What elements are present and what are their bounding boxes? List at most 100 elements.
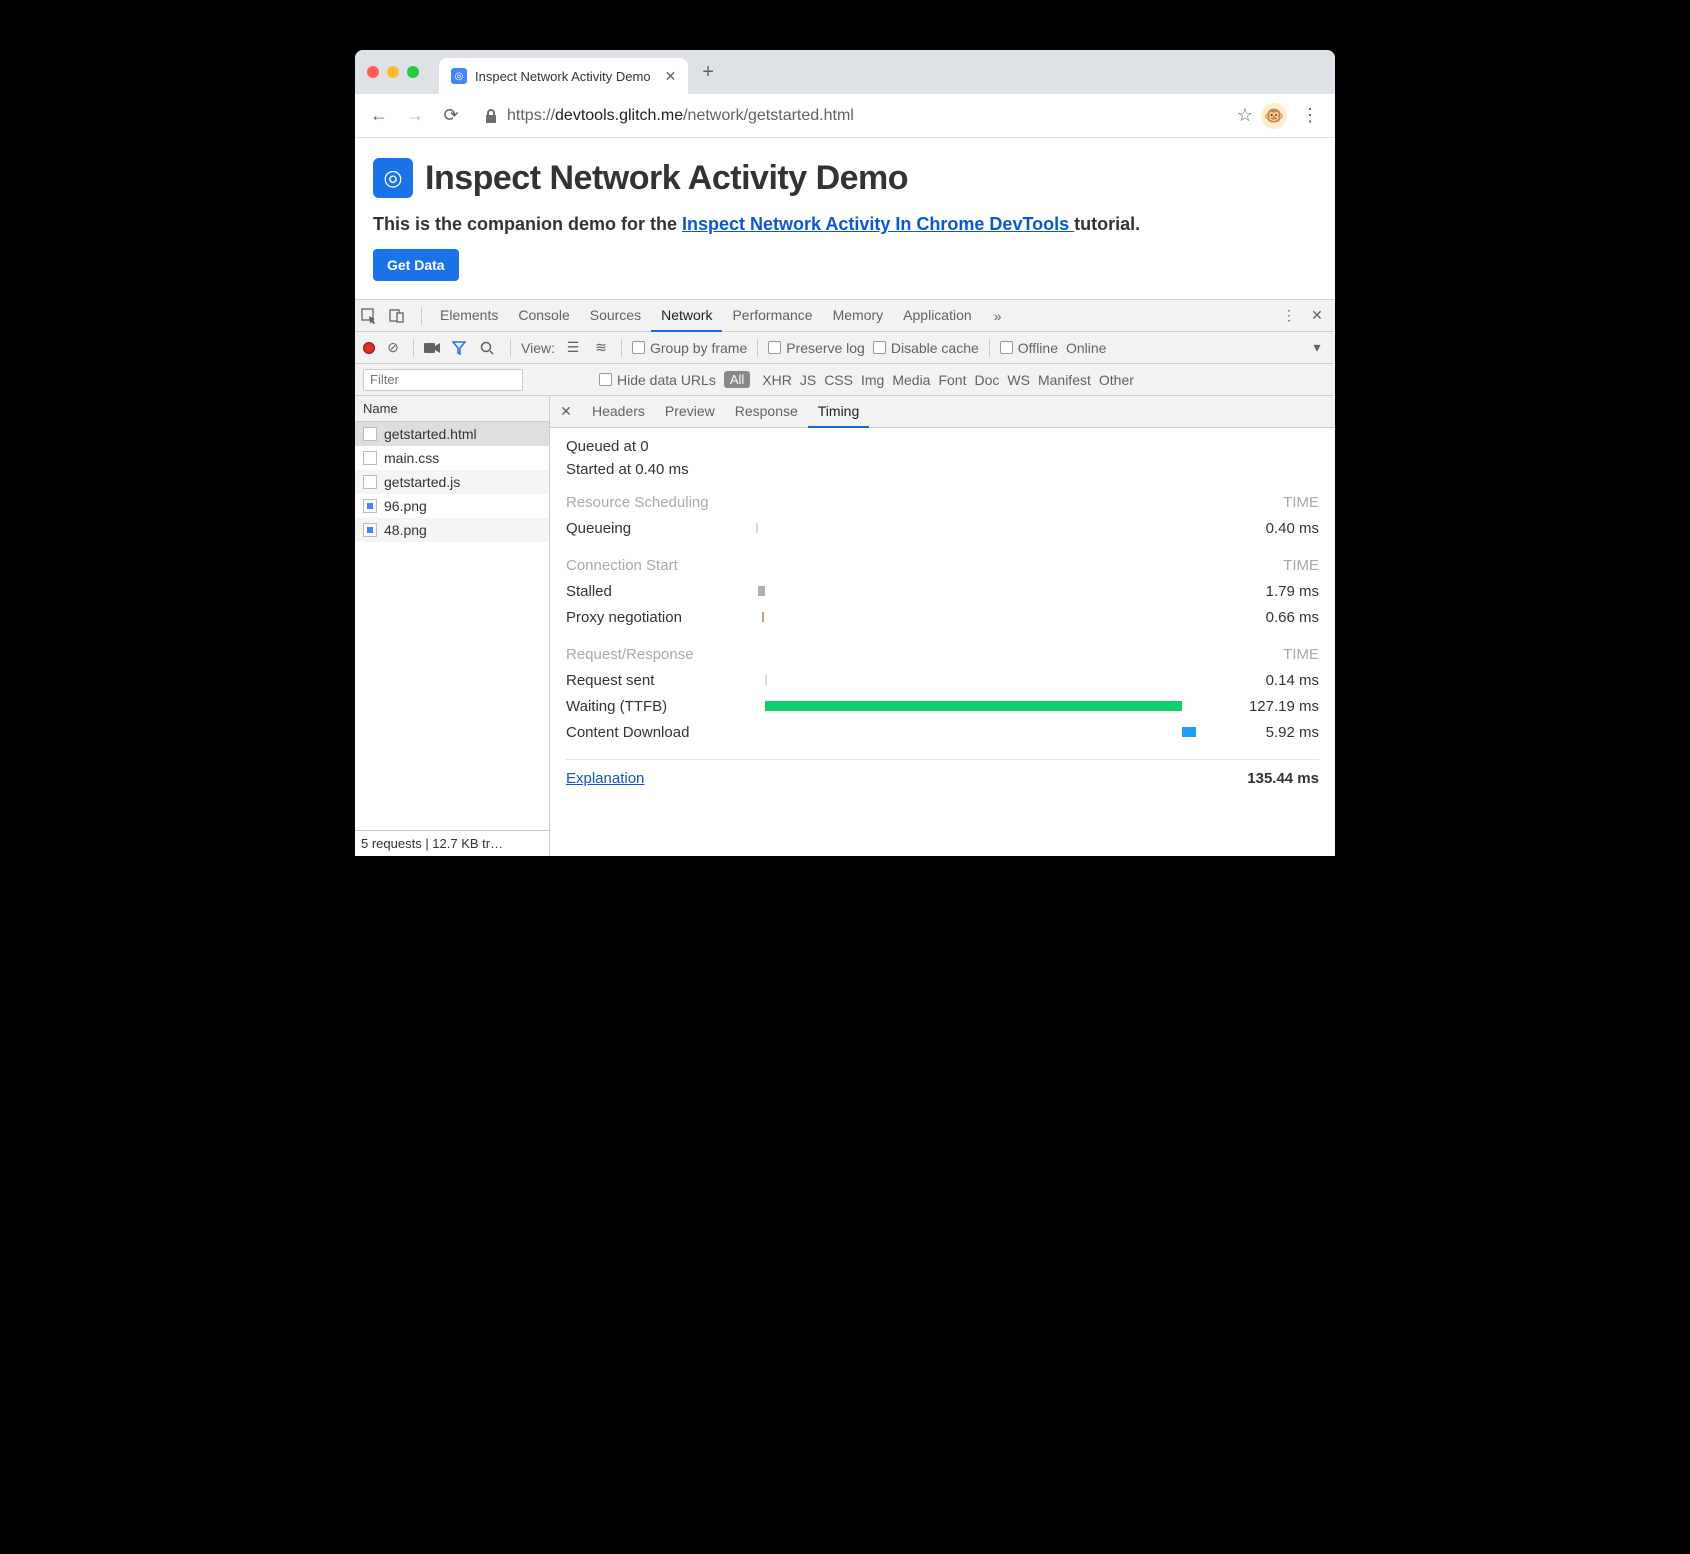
more-tabs-icon[interactable]: » — [986, 308, 1010, 324]
devtools-tab-console[interactable]: Console — [508, 299, 579, 331]
timing-label: Request sent — [566, 672, 756, 689]
devtools-tab-performance[interactable]: Performance — [722, 299, 822, 331]
online-select[interactable]: Online — [1066, 340, 1106, 356]
url-path: /network/getstarted.html — [683, 107, 854, 125]
filter-type-all[interactable]: All — [724, 371, 750, 388]
filter-type-doc[interactable]: Doc — [970, 372, 1003, 388]
timing-row: Queueing 0.40 ms — [566, 515, 1319, 541]
back-button[interactable]: ← — [365, 102, 393, 130]
detail-tab-timing[interactable]: Timing — [808, 396, 870, 428]
request-name: getstarted.js — [384, 474, 460, 490]
tab-title: Inspect Network Activity Demo — [475, 69, 651, 84]
forward-button[interactable]: → — [401, 102, 429, 130]
browser-tab[interactable]: ◎ Inspect Network Activity Demo ✕ — [439, 58, 688, 94]
inspect-element-icon[interactable] — [361, 308, 385, 324]
request-row[interactable]: getstarted.html — [355, 422, 549, 446]
detail-tab-response[interactable]: Response — [725, 395, 808, 427]
timing-bar — [762, 612, 764, 622]
detail-tab-headers[interactable]: Headers — [582, 395, 655, 427]
filter-type-js[interactable]: JS — [796, 372, 820, 388]
window-controls — [367, 66, 419, 78]
status-bar: 5 requests | 12.7 KB tr… — [355, 830, 549, 856]
request-row[interactable]: main.css — [355, 446, 549, 470]
page-title: Inspect Network Activity Demo — [425, 159, 908, 198]
throttling-dropdown-icon[interactable]: ▾ — [1307, 339, 1327, 356]
timing-bar-area — [756, 583, 1229, 599]
large-rows-icon[interactable]: ☰ — [563, 339, 583, 356]
network-toolbar: ⊘ View: ☰ ≋ Group by frame Preserve log … — [355, 332, 1335, 364]
timing-value: 0.40 ms — [1229, 520, 1319, 537]
profile-avatar[interactable]: 🐵 — [1261, 103, 1287, 129]
timing-value: 0.14 ms — [1229, 672, 1319, 689]
disable-cache-checkbox[interactable]: Disable cache — [873, 340, 979, 356]
timing-label: Queueing — [566, 520, 756, 537]
filter-type-other[interactable]: Other — [1095, 372, 1138, 388]
request-name: 48.png — [384, 522, 427, 538]
timing-bar-area — [756, 609, 1229, 625]
detail-tab-preview[interactable]: Preview — [655, 395, 725, 427]
filter-type-font[interactable]: Font — [934, 372, 970, 388]
filter-type-ws[interactable]: WS — [1003, 372, 1034, 388]
image-file-icon — [363, 499, 377, 513]
name-column-header[interactable]: Name — [355, 396, 549, 422]
intro-link[interactable]: Inspect Network Activity In Chrome DevTo… — [682, 214, 1074, 234]
devtools-tab-sources[interactable]: Sources — [580, 299, 651, 331]
timing-bar-area — [756, 724, 1229, 740]
waterfall-icon[interactable]: ≋ — [591, 339, 611, 356]
reload-button[interactable]: ⟳ — [437, 102, 465, 130]
devtools-tab-elements[interactable]: Elements — [430, 299, 508, 331]
close-tab-icon[interactable]: ✕ — [665, 68, 677, 85]
timing-value: 0.66 ms — [1229, 609, 1319, 626]
address-bar[interactable]: https://devtools.glitch.me/network/getst… — [473, 101, 1229, 131]
request-row[interactable]: 48.png — [355, 518, 549, 542]
timing-bar — [1182, 727, 1196, 737]
filter-type-media[interactable]: Media — [888, 372, 934, 388]
timing-bar-area — [756, 698, 1229, 714]
get-data-button[interactable]: Get Data — [373, 249, 459, 281]
camera-icon[interactable] — [424, 342, 444, 354]
device-toggle-icon[interactable] — [389, 308, 413, 324]
search-icon[interactable] — [480, 341, 500, 355]
timing-bar — [758, 586, 764, 596]
devtools-tab-application[interactable]: Application — [893, 299, 982, 331]
close-detail-icon[interactable]: ✕ — [554, 403, 578, 420]
minimize-window-icon[interactable] — [387, 66, 399, 78]
devtools-tab-network[interactable]: Network — [651, 300, 722, 332]
record-button[interactable] — [363, 342, 375, 354]
devtools-menu-icon[interactable]: ⋮ — [1277, 307, 1301, 324]
new-tab-button[interactable]: + — [702, 61, 714, 84]
close-window-icon[interactable] — [367, 66, 379, 78]
page-intro: This is the companion demo for the Inspe… — [373, 214, 1317, 235]
offline-checkbox[interactable]: Offline — [1000, 340, 1058, 356]
timing-row: Content Download5.92 ms — [566, 719, 1319, 745]
document-file-icon — [363, 451, 377, 465]
filter-type-manifest[interactable]: Manifest — [1034, 372, 1095, 388]
maximize-window-icon[interactable] — [407, 66, 419, 78]
filter-type-xhr[interactable]: XHR — [758, 372, 796, 388]
explanation-link[interactable]: Explanation — [566, 770, 644, 787]
request-name: main.css — [384, 450, 439, 466]
filter-type-css[interactable]: CSS — [820, 372, 857, 388]
bookmark-star-icon[interactable]: ☆ — [1237, 105, 1253, 126]
request-row[interactable]: 96.png — [355, 494, 549, 518]
timing-bar-area — [756, 520, 1229, 536]
timing-value: 1.79 ms — [1229, 583, 1319, 600]
hide-data-urls-checkbox[interactable]: Hide data URLs — [599, 372, 716, 388]
clear-icon[interactable]: ⊘ — [383, 339, 403, 356]
browser-menu-icon[interactable]: ⋮ — [1295, 105, 1325, 126]
view-label: View: — [521, 340, 555, 356]
timing-row: Proxy negotiation0.66 ms — [566, 604, 1319, 630]
group-by-frame-checkbox[interactable]: Group by frame — [632, 340, 747, 356]
request-detail: ✕ HeadersPreviewResponseTiming Queued at… — [550, 396, 1335, 856]
filter-icon[interactable] — [452, 341, 472, 355]
request-list: Name getstarted.html main.css getstarted.j… — [355, 396, 550, 856]
devtools-tab-memory[interactable]: Memory — [823, 299, 894, 331]
url-host: devtools.glitch.me — [555, 107, 683, 125]
request-row[interactable]: getstarted.js — [355, 470, 549, 494]
filter-input[interactable] — [363, 369, 523, 391]
filter-type-img[interactable]: Img — [857, 372, 888, 388]
devtools-close-icon[interactable]: ✕ — [1305, 307, 1329, 324]
preserve-log-checkbox[interactable]: Preserve log — [768, 340, 865, 356]
network-split-view: Name getstarted.html main.css getstarted.j… — [355, 396, 1335, 856]
total-time: 135.44 ms — [1247, 770, 1319, 787]
